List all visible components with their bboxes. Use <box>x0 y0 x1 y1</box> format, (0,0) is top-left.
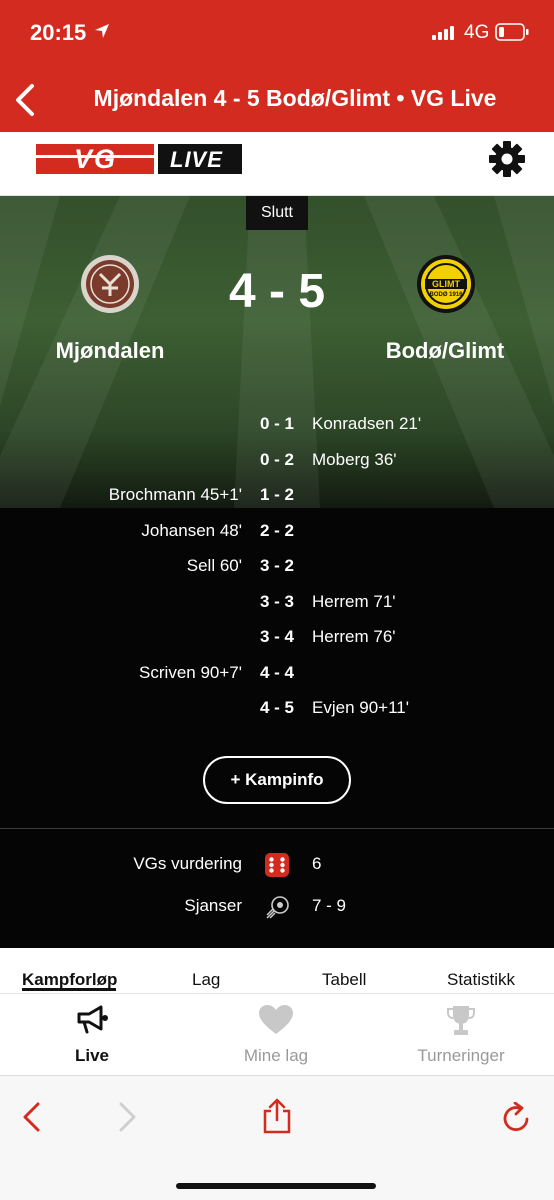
megaphone-icon <box>76 1004 110 1041</box>
browser-toolbar <box>0 1076 554 1200</box>
back-arrow-icon[interactable] <box>20 1102 44 1137</box>
goal-running-score: 1 - 2 <box>259 485 295 504</box>
battery-low-icon <box>495 23 529 46</box>
goal-away-scorer: Moberg 36' <box>312 450 397 469</box>
home-team-name[interactable]: Mjøndalen <box>40 338 180 364</box>
goal-away-scorer: Konradsen 21' <box>312 414 422 433</box>
goal-running-score: 4 - 5 <box>259 698 295 717</box>
chances-icon <box>265 894 291 925</box>
goal-running-score: 3 - 2 <box>259 556 295 575</box>
status-time: 20:15 <box>30 20 87 45</box>
bottom-nav-mine-lag-label: Mine lag <box>243 1046 309 1065</box>
goal-row: Johansen 48' 2 - 2 <box>0 517 554 547</box>
divider <box>0 828 554 829</box>
logo-vg-text: VG <box>74 144 118 174</box>
goal-home-scorer: Sell 60' <box>186 556 242 575</box>
heart-icon <box>258 1004 294 1041</box>
page-title: Mjøndalen 4 - 5 Bodø/Glimt • VG Live <box>93 85 497 111</box>
vg-live-logo[interactable]: VG LIVE <box>36 144 242 179</box>
bottom-nav: Live Mine lag Turneringer <box>0 994 554 1076</box>
logo-live-text: LIVE <box>170 147 223 172</box>
signal-bars-icon <box>432 26 458 45</box>
vg-live-header: VG LIVE <box>0 132 554 196</box>
bottom-nav-live[interactable]: Live <box>42 994 142 1076</box>
chevron-left-icon[interactable] <box>10 82 42 118</box>
goal-away-scorer: Herrem 71' <box>312 592 396 611</box>
goal-row: 0 - 1 Konradsen 21' <box>0 410 554 440</box>
goal-running-score: 3 - 3 <box>259 592 295 611</box>
trophy-icon <box>446 1004 476 1043</box>
nav-bar: Mjøndalen 4 - 5 Bodø/Glimt • VG Live <box>0 70 554 132</box>
goal-running-score: 4 - 4 <box>259 663 295 682</box>
home-indicator <box>176 1183 376 1189</box>
goal-row: 0 - 2 Moberg 36' <box>0 446 554 476</box>
away-team-name[interactable]: Bodø/Glimt <box>370 338 520 364</box>
away-crest-text: GLIMT <box>432 279 460 289</box>
goal-row: Scriven 90+7' 4 - 4 <box>0 659 554 689</box>
location-arrow-icon <box>94 23 110 44</box>
bottom-nav-turneringer[interactable]: Turneringer <box>401 994 521 1076</box>
goal-running-score: 0 - 1 <box>259 414 295 433</box>
tab-kampforlop[interactable]: Kampforløp <box>22 970 117 990</box>
goal-away-scorer: Evjen 90+11' <box>312 698 409 717</box>
goal-away-scorer: Herrem 76' <box>312 627 396 646</box>
home-team-crest <box>80 254 140 319</box>
goal-row: 3 - 4 Herrem 76' <box>0 623 554 653</box>
tab-statistikk[interactable]: Statistikk <box>447 970 515 990</box>
tab-tabell[interactable]: Tabell <box>322 970 366 990</box>
reload-icon[interactable] <box>502 1101 532 1139</box>
gear-icon[interactable] <box>488 140 526 183</box>
bottom-nav-live-label: Live <box>74 1046 110 1065</box>
goal-home-scorer: Johansen 48' <box>141 521 242 540</box>
goal-running-score: 0 - 2 <box>259 450 295 469</box>
goal-row: Sell 60' 3 - 2 <box>0 552 554 582</box>
goal-row: Brochmann 45+1' 1 - 2 <box>0 481 554 511</box>
goal-row: 3 - 3 Herrem 71' <box>0 588 554 618</box>
away-crest-year: BODØ 1916 <box>429 292 463 298</box>
match-info-button[interactable]: + Kampinfo <box>203 756 351 804</box>
bottom-nav-turneringer-label: Turneringer <box>417 1046 505 1065</box>
goal-row: 4 - 5 Evjen 90+11' <box>0 694 554 724</box>
tab-lag[interactable]: Lag <box>192 970 220 990</box>
network-type: 4G <box>464 22 490 43</box>
stat-value-chances: 7 - 9 <box>312 896 347 915</box>
stat-value-rating: 6 <box>312 854 322 873</box>
active-tab-indicator <box>22 988 116 991</box>
stat-label-chances: Sjanser <box>184 896 242 915</box>
bottom-nav-mine-lag[interactable]: Mine lag <box>226 994 326 1076</box>
match-status-badge: Slutt <box>246 196 308 230</box>
stat-label-rating: VGs vurdering <box>133 854 242 873</box>
status-bar: 20:15 4G <box>0 0 554 70</box>
goal-running-score: 2 - 2 <box>259 521 295 540</box>
forward-arrow-icon[interactable] <box>115 1102 139 1137</box>
goal-home-scorer: Scriven 90+7' <box>139 663 242 682</box>
goal-home-scorer: Brochmann 45+1' <box>108 485 242 504</box>
away-team-crest: GLIMT BODØ 1916 <box>416 254 476 319</box>
dice-icon <box>264 852 290 883</box>
goal-running-score: 3 - 4 <box>259 627 295 646</box>
final-score: 4 - 5 <box>228 265 326 318</box>
share-icon[interactable] <box>262 1098 292 1139</box>
